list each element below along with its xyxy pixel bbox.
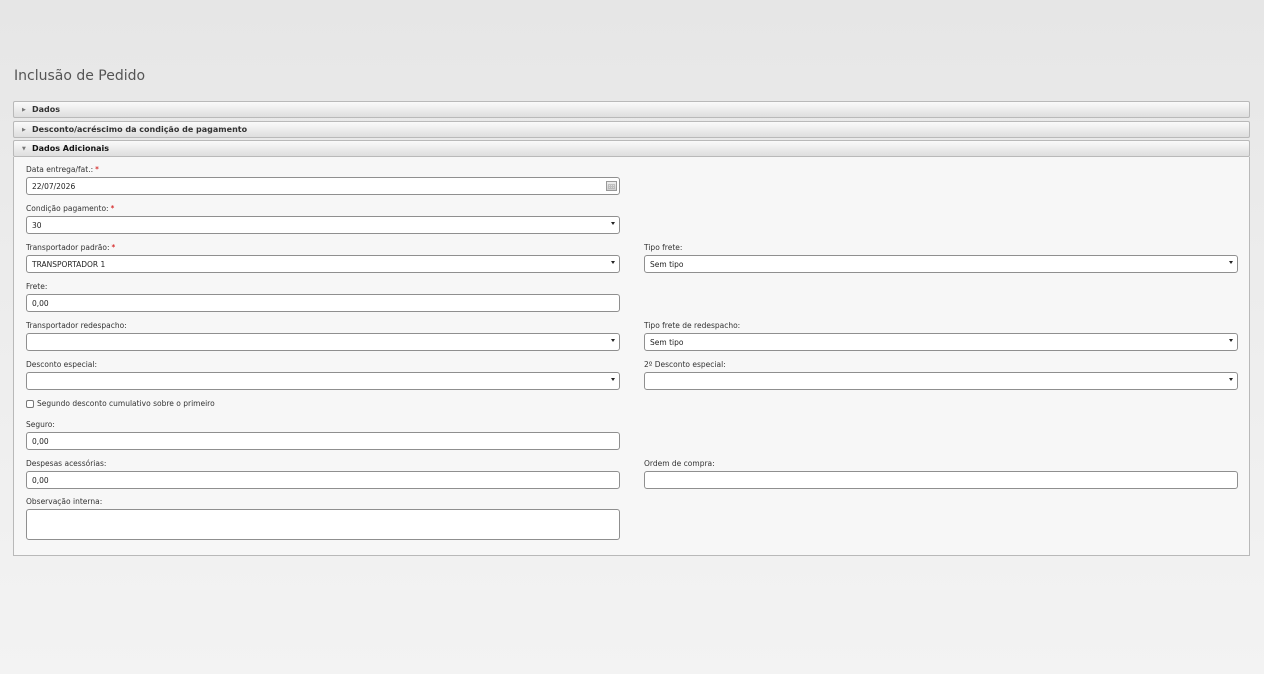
despesas-acessorias-input[interactable]: 0,00: [26, 471, 620, 489]
chevron-down-icon: [1229, 261, 1233, 264]
tipo-frete-redespacho-value: Sem tipo: [650, 337, 684, 347]
chevron-down-icon: [611, 261, 615, 264]
tipo-frete-redespacho-select[interactable]: Sem tipo: [644, 333, 1238, 351]
data-entrega-value: 22/07/2026: [32, 181, 76, 191]
condicao-pagamento-label: Condição pagamento: *: [26, 204, 115, 213]
required-marker: *: [111, 243, 116, 252]
desconto-especial-label: Desconto especial:: [26, 360, 97, 369]
frete-value: 0,00: [32, 298, 49, 308]
calendar-icon[interactable]: [606, 181, 617, 191]
required-marker: *: [110, 204, 115, 213]
despesas-acessorias-label: Despesas acessórias:: [26, 459, 107, 468]
tipo-frete-label: Tipo frete:: [644, 243, 683, 252]
despesas-acessorias-value: 0,00: [32, 475, 49, 485]
accordion-dados-adicionais[interactable]: ▼ Dados Adicionais: [13, 140, 1250, 157]
tipo-frete-redespacho-label: Tipo frete de redespacho:: [644, 321, 741, 330]
transportador-padrao-label: Transportador padrão: *: [26, 243, 116, 252]
chevron-down-icon: [611, 222, 615, 225]
segundo-desconto-cumulativo-row[interactable]: Segundo desconto cumulativo sobre o prim…: [26, 399, 215, 408]
condicao-pagamento-value: 30: [32, 220, 42, 230]
triangle-right-icon: ▶: [22, 106, 26, 113]
desconto-especial-2-label: 2º Desconto especial:: [644, 360, 726, 369]
triangle-down-icon: ▼: [22, 145, 26, 152]
accordion-desconto-acrescimo[interactable]: ▶ Desconto/acréscimo da condição de paga…: [13, 121, 1250, 138]
required-marker: *: [95, 165, 99, 174]
chevron-down-icon: [611, 378, 615, 381]
chevron-down-icon: [1229, 339, 1233, 342]
data-entrega-field[interactable]: 22/07/2026: [26, 177, 620, 195]
transportador-padrao-value: TRANSPORTADOR 1: [32, 259, 106, 269]
observacao-interna-textarea[interactable]: [26, 509, 620, 540]
condicao-pagamento-select[interactable]: 30: [26, 216, 620, 234]
transportador-redespacho-label: Transportador redespacho:: [26, 321, 127, 330]
accordion-label: Dados Adicionais: [32, 144, 110, 153]
transportador-padrao-select[interactable]: TRANSPORTADOR 1: [26, 255, 620, 273]
page-title: Inclusão de Pedido: [14, 68, 146, 84]
ordem-compra-input[interactable]: [644, 471, 1238, 489]
desconto-especial-select[interactable]: [26, 372, 620, 390]
frete-label: Frete:: [26, 282, 48, 291]
tipo-frete-value: Sem tipo: [650, 259, 684, 269]
triangle-right-icon: ▶: [22, 126, 26, 133]
seguro-label: Seguro:: [26, 420, 55, 429]
accordion-dados[interactable]: ▶ Dados: [13, 101, 1250, 118]
chevron-down-icon: [611, 339, 615, 342]
segundo-desconto-cumulativo-checkbox[interactable]: [26, 399, 34, 408]
seguro-input[interactable]: 0,00: [26, 432, 620, 450]
accordion-label: Desconto/acréscimo da condição de pagame…: [32, 125, 248, 134]
transportador-redespacho-select[interactable]: [26, 333, 620, 351]
segundo-desconto-cumulativo-label: Segundo desconto cumulativo sobre o prim…: [37, 399, 215, 408]
chevron-down-icon: [1229, 378, 1233, 381]
tipo-frete-select[interactable]: Sem tipo: [644, 255, 1238, 273]
frete-input[interactable]: 0,00: [26, 294, 620, 312]
seguro-value: 0,00: [32, 436, 49, 446]
data-entrega-label: Data entrega/fat.: *: [26, 165, 99, 174]
accordion-label: Dados: [32, 105, 61, 114]
desconto-especial-2-select[interactable]: [644, 372, 1238, 390]
ordem-compra-label: Ordem de compra:: [644, 459, 715, 468]
observacao-interna-label: Observação interna:: [26, 497, 103, 506]
